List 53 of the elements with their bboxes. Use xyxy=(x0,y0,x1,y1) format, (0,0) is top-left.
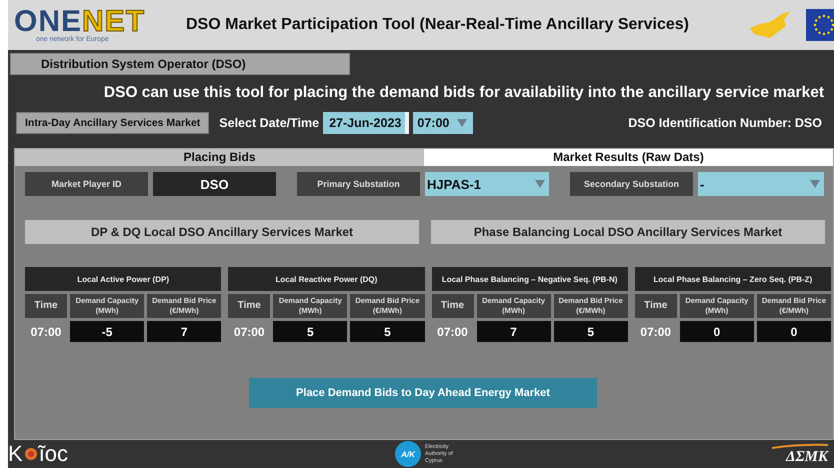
column-header: Time xyxy=(432,294,474,318)
section-header: DP & DQ Local DSO Ancillary Services Market xyxy=(25,220,419,244)
section-header: Phase Balancing Local DSO Ancillary Services Market xyxy=(431,220,825,244)
window-title: DSO Market Participation Tool (Near-Real-Time Ancillary Services) xyxy=(186,16,690,34)
table-title: Local Phase Balancing – Negative Seq. (PB-N) xyxy=(432,267,628,291)
table-cell[interactable]: 7 xyxy=(476,321,551,342)
caret-icon xyxy=(457,119,468,127)
flag-icon xyxy=(806,9,834,41)
logo-text: K xyxy=(8,441,23,467)
dropdown[interactable]: - xyxy=(698,172,824,196)
table-title: Local Active Power (DP) xyxy=(25,267,222,291)
logo-text: NET xyxy=(82,4,146,38)
sun-icon xyxy=(24,447,38,461)
table-cell[interactable]: 7 xyxy=(147,321,222,342)
tab[interactable]: Placing Bids xyxy=(15,149,424,166)
field-label: Market Player ID xyxy=(25,172,148,196)
column-header: Time xyxy=(25,294,67,318)
table-cell-text: 07:00 xyxy=(639,324,672,340)
market-button[interactable]: Intra-Day Ancillary Services Market xyxy=(16,112,210,134)
table-cell-text: 07:00 xyxy=(30,324,62,340)
island-icon xyxy=(748,10,792,40)
dropdown[interactable]: HJPAS-1 xyxy=(425,172,549,196)
caret-icon xyxy=(810,180,820,188)
field-label: Secondary Substation xyxy=(570,172,693,196)
table-cell[interactable]: 0 xyxy=(680,321,754,342)
date-field[interactable]: 27-Jun-2023 xyxy=(323,112,406,134)
tab[interactable]: Market Results (Raw Dats) xyxy=(424,149,833,166)
table-cell[interactable]: 5 xyxy=(273,321,348,342)
table-cell-text: 07:00 xyxy=(232,324,266,340)
logo-text: ĩoc xyxy=(38,441,68,467)
table-cell[interactable]: -5 xyxy=(70,321,144,342)
logo-text: ONE xyxy=(14,4,82,38)
role-label: Distribution System Operator (DSO) xyxy=(10,53,350,75)
time-dropdown[interactable]: 07:00 xyxy=(413,112,474,134)
field-label: Primary Substation xyxy=(297,172,420,196)
table-cell[interactable]: 5 xyxy=(350,321,424,342)
table-cell-text: 07:00 xyxy=(436,324,469,340)
table-cell[interactable]: 0 xyxy=(756,321,831,342)
spinner-handle[interactable] xyxy=(405,112,410,134)
dso-id-label: DSO Identification Number: DSO xyxy=(628,116,822,130)
table-title: Local Phase Balancing – Zero Seq. (PB-Z) xyxy=(634,267,831,291)
table-title: Local Reactive Power (DQ) xyxy=(228,267,424,291)
value-field: DSO xyxy=(153,172,276,196)
eac-logo: A/K xyxy=(395,441,422,467)
swoosh-icon xyxy=(772,442,828,448)
intro-text: DSO can use this tool for placing the demand bids for availability into the ancillary service market xyxy=(102,83,825,102)
table-cell[interactable]: 5 xyxy=(554,321,628,342)
column-header: Time xyxy=(228,294,270,318)
logo-text: ΔΣΜΚ xyxy=(786,448,828,466)
column-header: Time xyxy=(634,294,677,318)
place-bids-button[interactable]: Place Demand Bids to Day Ahead Energy Market xyxy=(249,378,597,408)
date-label: Select Date/Time xyxy=(219,116,320,130)
caret-icon xyxy=(535,180,545,188)
